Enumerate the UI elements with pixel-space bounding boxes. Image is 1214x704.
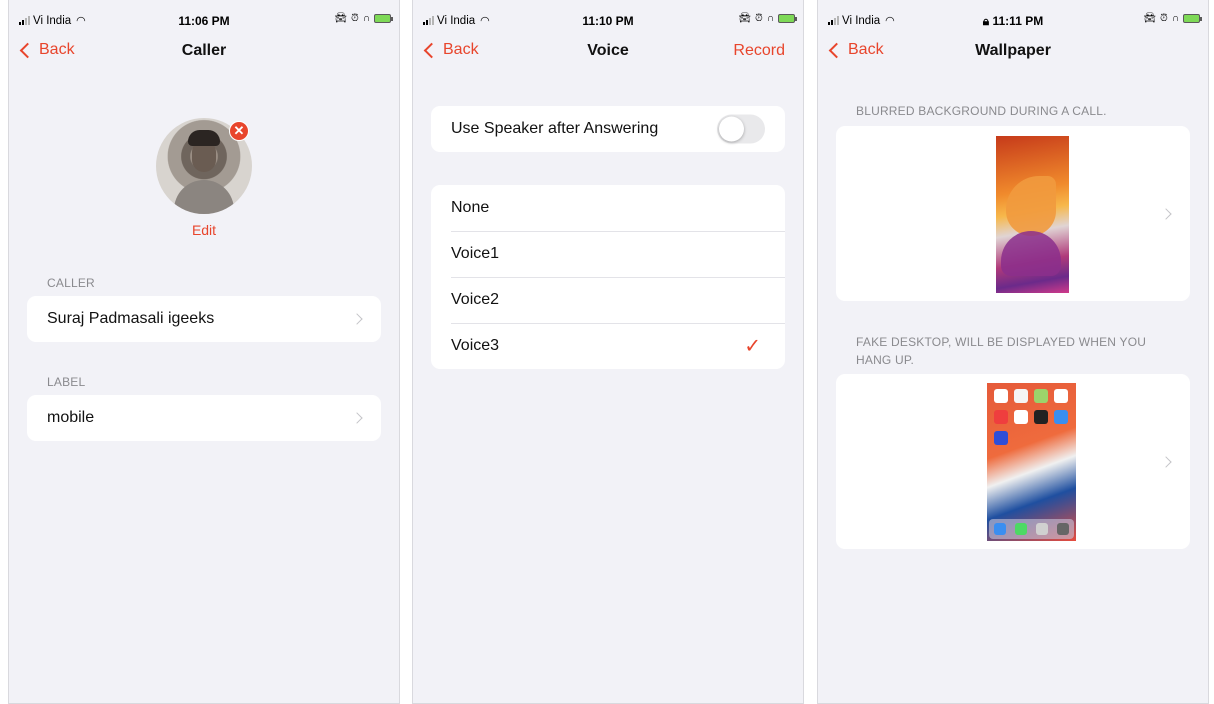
option-label: Voice1 [451, 245, 500, 262]
wallet-app-icon [1034, 410, 1048, 424]
status-bar: Vi India ◠ 11:06 PM 🚘︎ ⏰︎ ∩ [9, 0, 399, 30]
car-icon: 🚘︎ [334, 13, 347, 24]
blur-section-label: BLURRED BACKGROUND DURING A CALL. [856, 104, 1107, 118]
blurred-background-picker[interactable] [836, 126, 1190, 301]
caller-card: Suraj Padmasali igeeks [27, 296, 381, 342]
dock [989, 519, 1074, 539]
wallpaper-shape [1001, 231, 1061, 276]
caller-name: Suraj Padmasali igeeks [47, 310, 215, 327]
voice-option-none[interactable]: None [431, 185, 785, 231]
blurred-wallpaper-thumbnail [996, 136, 1069, 293]
back-label: Back [443, 41, 479, 58]
back-label: Back [39, 41, 75, 58]
phone-app-icon [1036, 523, 1049, 535]
voice-option-voice1[interactable]: Voice1 [431, 231, 785, 277]
option-label: None [451, 199, 490, 216]
speaker-card: Use Speaker after Answering [431, 106, 785, 152]
back-label: Back [848, 41, 884, 58]
news-app-icon [994, 410, 1008, 424]
headphones-icon: ∩ [1171, 13, 1179, 24]
calendar-app-icon [994, 389, 1008, 403]
lock-icon: 🔒︎ [982, 14, 993, 28]
avatar-shirt [174, 180, 234, 214]
status-icons: 🚘︎ ⏰︎ ∩ [738, 13, 797, 24]
photos-app-icon [1014, 389, 1028, 403]
wallpaper-screen: Vi India ◠ 🔒︎ 11:11 PM 🚘︎ ⏰︎ ∩ Back Wall… [817, 0, 1209, 704]
label-section-label: LABEL [47, 375, 86, 389]
reminders-app-icon [1054, 389, 1068, 403]
voice-options-list: None Voice1 Voice2 Voice3 ✓ [431, 185, 785, 369]
voice-screen: Vi India ◠ 11:10 PM 🚘︎ ⏰︎ ∩ Back Voice R… [412, 0, 804, 704]
nav-bar: Back Wallpaper [818, 38, 1208, 66]
close-icon: ✕ [233, 123, 245, 138]
label-value: mobile [47, 409, 95, 426]
checkmark-icon: ✓ [744, 335, 761, 358]
nav-bar: Back Caller [9, 38, 399, 66]
edit-photo-button[interactable]: Edit [9, 222, 399, 238]
chevron-right-icon [1160, 455, 1172, 468]
back-button[interactable]: Back [423, 41, 479, 59]
safari-app-icon [993, 523, 1006, 535]
messages-app-icon [1014, 523, 1027, 535]
option-label: Voice2 [451, 291, 500, 308]
battery-icon [778, 14, 797, 23]
chevron-right-icon [351, 412, 363, 424]
voice-option-voice2[interactable]: Voice2 [431, 277, 785, 323]
caller-screen: Vi India ◠ 11:06 PM 🚘︎ ⏰︎ ∩ Back Caller … [8, 0, 400, 704]
back-button[interactable]: Back [828, 41, 884, 59]
wallpaper-shape [1006, 176, 1056, 236]
toggle-knob [719, 116, 744, 142]
app-icon [994, 431, 1008, 445]
battery-icon [374, 14, 393, 23]
status-bar: Vi India ◠ 🔒︎ 11:11 PM 🚘︎ ⏰︎ ∩ [818, 0, 1208, 30]
headphones-icon: ∩ [362, 13, 370, 24]
speaker-label: Use Speaker after Answering [451, 120, 659, 137]
speaker-toggle[interactable] [717, 114, 765, 144]
chevron-right-icon [1160, 207, 1172, 220]
alarm-icon: ⏰︎ [755, 13, 763, 24]
nav-bar: Back Voice Record [413, 38, 803, 66]
status-bar: Vi India ◠ 11:10 PM 🚘︎ ⏰︎ ∩ [413, 0, 803, 30]
label-row[interactable]: mobile [27, 395, 381, 441]
alarm-icon: ⏰︎ [1160, 13, 1168, 24]
caller-name-row[interactable]: Suraj Padmasali igeeks [27, 296, 381, 342]
back-button[interactable]: Back [19, 41, 75, 59]
chevron-left-icon [19, 42, 36, 58]
chevron-left-icon [423, 42, 440, 58]
record-button[interactable]: Record [733, 42, 785, 60]
settings-app-icon [1057, 523, 1070, 535]
home-screen-apps [994, 389, 1068, 445]
battery-icon [1183, 14, 1202, 23]
label-card: mobile [27, 395, 381, 441]
fake-desktop-section-label: FAKE DESKTOP, WILL BE DISPLAYED WHEN YOU… [856, 335, 1147, 367]
chevron-right-icon [351, 313, 363, 325]
status-icons: 🚘︎ ⏰︎ ∩ [334, 13, 393, 24]
avatar-hair [188, 130, 220, 146]
headphones-icon: ∩ [766, 13, 774, 24]
fake-desktop-thumbnail [987, 383, 1076, 541]
status-icons: 🚘︎ ⏰︎ ∩ [1143, 13, 1202, 24]
option-label: Voice3 [451, 337, 500, 354]
caller-section-label: CALLER [47, 276, 95, 290]
files-app-icon [1054, 410, 1068, 424]
status-time-text: 11:11 PM [992, 14, 1044, 28]
car-icon: 🚘︎ [738, 13, 751, 24]
chevron-left-icon [828, 42, 845, 58]
voice-option-voice3[interactable]: Voice3 ✓ [431, 323, 785, 369]
alarm-icon: ⏰︎ [351, 13, 359, 24]
fake-desktop-picker[interactable] [836, 374, 1190, 549]
remove-photo-button[interactable]: ✕ [229, 121, 249, 141]
health-app-icon [1014, 410, 1028, 424]
maps-app-icon [1034, 389, 1048, 403]
screenshot-stage: Vi India ◠ 11:06 PM 🚘︎ ⏰︎ ∩ Back Caller … [0, 0, 1214, 704]
car-icon: 🚘︎ [1143, 13, 1156, 24]
speaker-row: Use Speaker after Answering [431, 106, 785, 152]
